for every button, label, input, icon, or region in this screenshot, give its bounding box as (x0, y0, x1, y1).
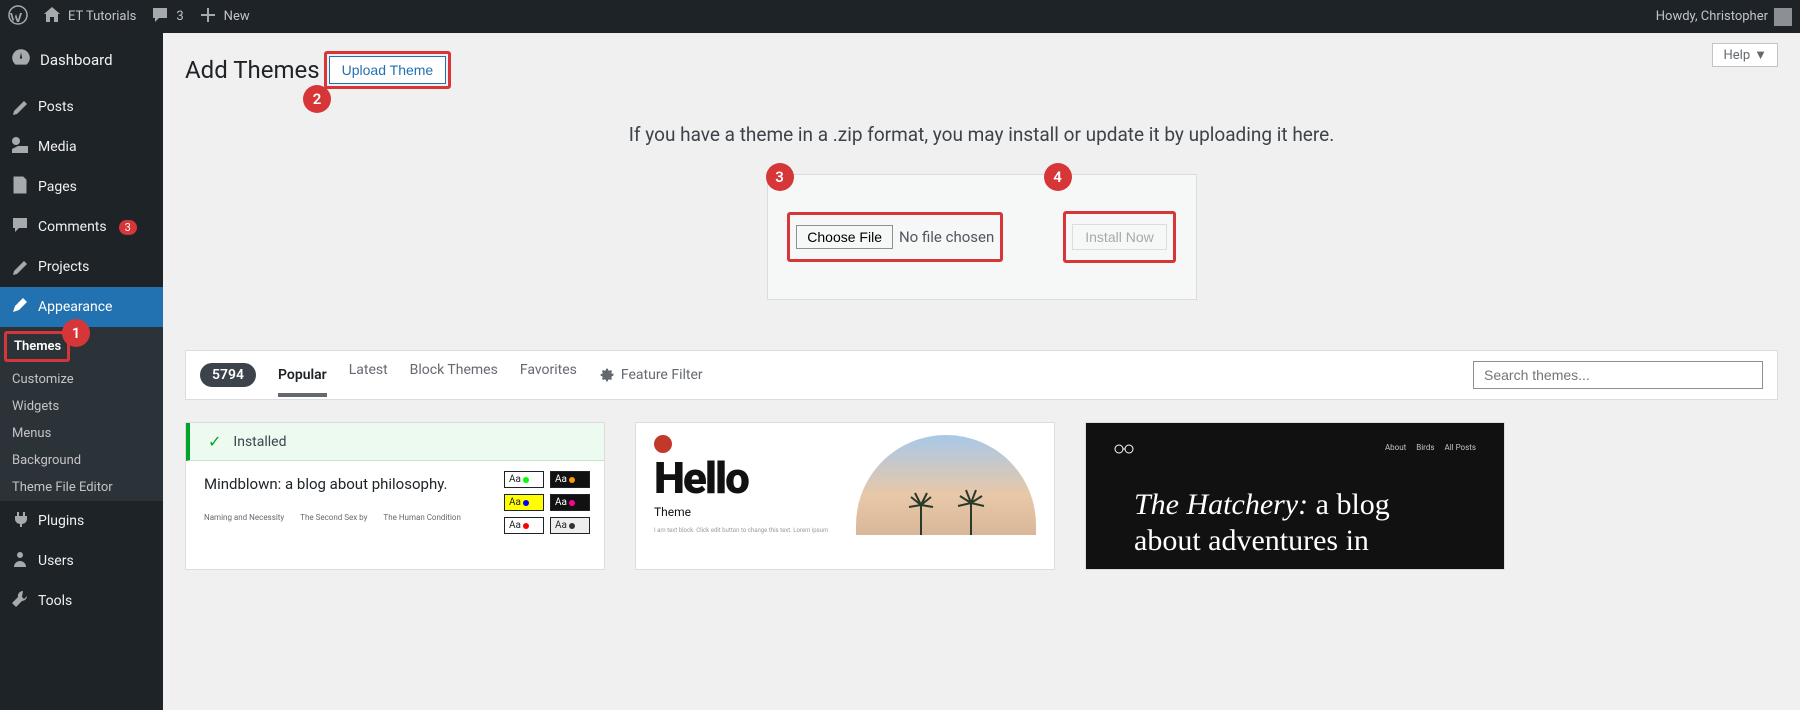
submenu-theme-file-editor[interactable]: Theme File Editor (0, 474, 163, 501)
howdy-label: Howdy, Christopher (1656, 9, 1768, 24)
installed-badge: ✓ Installed (186, 423, 604, 461)
main-content: Help ▼ Add Themes Upload Theme 2 If you … (163, 33, 1800, 710)
theme-card-2[interactable]: Hello Theme I am text block. Click edit … (635, 422, 1055, 570)
themes-grid: ✓ Installed Mindblown: a blog about phil… (185, 422, 1778, 570)
sidebar-dashboard[interactable]: Dashboard (0, 33, 163, 87)
sidebar-projects[interactable]: Projects (0, 247, 163, 287)
appearance-submenu: Themes 1 Customize Widgets Menus Backgro… (0, 327, 163, 501)
callout-3: 3 (766, 163, 794, 191)
sidebar-users[interactable]: Users (0, 541, 163, 581)
comments-count: 3 (176, 9, 183, 24)
sidebar-pages-label: Pages (38, 179, 77, 195)
submenu-themes-label: Themes (14, 339, 61, 354)
new-link[interactable]: New (198, 5, 250, 29)
no-file-label: No file chosen (899, 228, 994, 246)
sidebar-dashboard-label: Dashboard (40, 51, 113, 69)
avatar-icon (1774, 8, 1792, 26)
upload-theme-button[interactable]: Upload Theme (329, 56, 447, 84)
filter-tab-favorites[interactable]: Favorites (520, 362, 577, 388)
site-name-label: ET Tutorials (68, 9, 136, 24)
sidebar-users-label: Users (38, 553, 74, 569)
upload-box: 3 4 Choose File No file chosen Install N… (767, 174, 1197, 300)
new-label: New (224, 9, 250, 24)
upload-instructions: If you have a theme in a .zip format, yo… (185, 123, 1778, 146)
page-title: Add Themes (185, 56, 320, 84)
theme-preview-2: Hello Theme I am text block. Click edit … (636, 423, 1054, 569)
install-now-button[interactable]: Install Now (1072, 224, 1166, 250)
sunset-image (856, 435, 1036, 535)
sidebar-projects-label: Projects (38, 259, 89, 275)
submenu-customize[interactable]: Customize (0, 366, 163, 393)
filter-tab-popular[interactable]: Popular (278, 367, 327, 397)
sidebar-posts[interactable]: Posts (0, 87, 163, 127)
submenu-widgets[interactable]: Widgets (0, 393, 163, 420)
wp-logo[interactable] (8, 5, 28, 29)
theme-preview-1: Mindblown: a blog about philosophy. Nami… (186, 461, 604, 566)
callout-1: 1 (62, 319, 90, 347)
sidebar-plugins[interactable]: Plugins (0, 501, 163, 541)
choose-file-button[interactable]: Choose File (796, 225, 893, 249)
comments-link[interactable]: 3 (150, 5, 183, 29)
gear-icon (599, 367, 615, 383)
theme-card-1[interactable]: ✓ Installed Mindblown: a blog about phil… (185, 422, 605, 570)
theme-preview-3: About Birds All Posts The Hatchery: a bl… (1086, 423, 1504, 569)
sidebar-media[interactable]: Media (0, 127, 163, 167)
account-link[interactable]: Howdy, Christopher (1656, 8, 1792, 26)
sidebar-tools-label: Tools (38, 593, 72, 609)
admin-sidebar: Dashboard Posts Media Pages Comments 3 P… (0, 33, 163, 710)
feature-filter-button[interactable]: Feature Filter (599, 367, 703, 383)
search-themes-input[interactable] (1473, 361, 1763, 389)
check-icon: ✓ (208, 432, 221, 451)
theme-filter-bar: 5794 Popular Latest Block Themes Favorit… (185, 350, 1778, 400)
site-link[interactable]: ET Tutorials (42, 5, 136, 29)
sidebar-comments-label: Comments (38, 219, 107, 235)
sidebar-comments[interactable]: Comments 3 (0, 207, 163, 247)
admin-toolbar: ET Tutorials 3 New Howdy, Christopher (0, 0, 1800, 33)
callout-4: 4 (1044, 163, 1072, 191)
submenu-menus[interactable]: Menus (0, 420, 163, 447)
filter-tab-block[interactable]: Block Themes (410, 362, 498, 388)
submenu-themes[interactable]: Themes (8, 335, 66, 358)
sidebar-plugins-label: Plugins (38, 513, 84, 529)
sidebar-appearance-label: Appearance (38, 299, 112, 315)
theme-card-3[interactable]: About Birds All Posts The Hatchery: a bl… (1085, 422, 1505, 570)
callout-2: 2 (303, 85, 331, 113)
theme-count: 5794 (200, 363, 256, 387)
sidebar-pages[interactable]: Pages (0, 167, 163, 207)
binoculars-icon (1114, 443, 1134, 457)
logo-dot-icon (654, 435, 672, 453)
sidebar-media-label: Media (38, 139, 77, 155)
submenu-background[interactable]: Background (0, 447, 163, 474)
sidebar-tools[interactable]: Tools (0, 581, 163, 621)
comments-badge: 3 (119, 220, 137, 235)
filter-tab-latest[interactable]: Latest (349, 362, 388, 388)
sidebar-posts-label: Posts (38, 99, 74, 115)
